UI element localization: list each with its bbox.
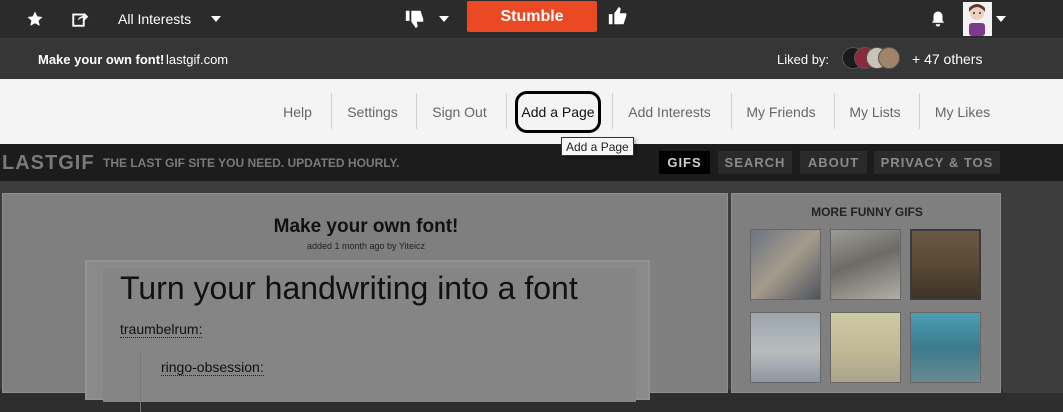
post-title: Make your own font! (273, 216, 459, 237)
nav-add-interests[interactable]: Add Interests (618, 79, 721, 144)
page-body: Make your own font! added 1 month ago by… (0, 181, 1063, 412)
tab-gifs[interactable]: GIFS (659, 151, 710, 174)
post-user-link[interactable]: traumbelrum: (120, 321, 203, 338)
avatar[interactable] (878, 47, 900, 69)
nav-settings[interactable]: Settings (334, 79, 411, 144)
site-tagline: THE LAST GIF SITE YOU NEED. UPDATED HOUR… (103, 156, 400, 170)
interest-label: All Interests (118, 11, 192, 27)
post-user-link[interactable]: ringo-obsession: (161, 359, 264, 376)
thumbs-down-icon[interactable] (404, 8, 426, 30)
post-heading: Turn your handwriting into a font (120, 270, 578, 306)
avatar[interactable] (963, 2, 992, 36)
post-content: Turn your handwriting into a font traumb… (85, 260, 650, 412)
nav-sign-out[interactable]: Sign Out (420, 79, 499, 144)
page-info-bar: Make your own font! lastgif.com Liked by… (0, 39, 1063, 79)
bell-icon[interactable] (927, 8, 949, 30)
tab-privacy-tos[interactable]: PRIVACY & TOS (874, 151, 1000, 174)
gif-thumbnail[interactable] (750, 229, 821, 300)
gif-thumbnail[interactable] (830, 312, 901, 383)
nav-my-friends[interactable]: My Friends (738, 79, 824, 144)
tab-search[interactable]: SEARCH (718, 151, 792, 174)
gif-thumbnail[interactable] (910, 312, 981, 383)
interest-dropdown[interactable]: All Interests (118, 8, 222, 30)
liked-others-count[interactable]: + 47 others (912, 51, 982, 67)
share-icon[interactable] (69, 8, 91, 30)
account-nav: Help Settings Sign Out Add a Page Add In… (0, 79, 1063, 144)
chevron-down-icon (211, 16, 222, 22)
liked-by-label: Liked by: (777, 52, 830, 67)
star-icon[interactable] (24, 8, 46, 30)
dislike-menu-chevron-icon[interactable] (433, 8, 455, 30)
gif-thumbnail[interactable] (750, 312, 821, 383)
nav-my-likes[interactable]: My Likes (926, 79, 999, 144)
nav-my-lists[interactable]: My Lists (840, 79, 910, 144)
post-reply: ringo-obsession: (140, 352, 630, 412)
account-menu-chevron-icon[interactable] (990, 8, 1012, 30)
gif-thumbnail[interactable] (910, 229, 981, 300)
more-gifs-title: MORE FUNNY GIFS (811, 205, 923, 219)
page-domain[interactable]: lastgif.com (166, 52, 228, 67)
post-card: Make your own font! added 1 month ago by… (2, 193, 728, 412)
tab-about[interactable]: ABOUT (800, 151, 867, 174)
page-title[interactable]: Make your own font! (38, 52, 164, 67)
tooltip: Add a Page (561, 137, 634, 156)
post-meta: added 1 month ago by Yiteicz (306, 241, 426, 251)
nav-help[interactable]: Help (270, 79, 325, 144)
more-gifs-panel: MORE FUNNY GIFS (731, 193, 1001, 393)
stumble-button[interactable]: Stumble (467, 1, 597, 32)
site-header: LASTGIF THE LAST GIF SITE YOU NEED. UPDA… (0, 144, 1063, 181)
gif-thumbnail[interactable] (830, 229, 901, 300)
liker-avatars[interactable] (840, 47, 902, 71)
nav-add-a-page[interactable]: Add a Page (515, 79, 601, 144)
site-logo[interactable]: LASTGIF (2, 152, 95, 175)
toolbar: All Interests Stumble (0, 0, 1063, 39)
thumbs-up-icon[interactable] (607, 5, 629, 27)
